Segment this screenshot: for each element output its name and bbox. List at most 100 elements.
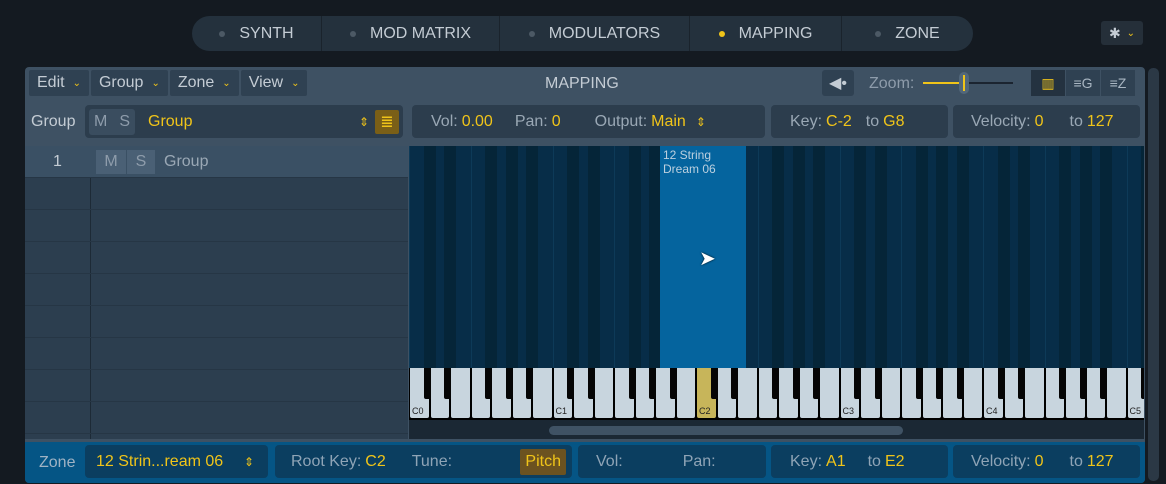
zone-params: Root Key: C2 Tune: Pitch — [275, 445, 572, 478]
white-key-e1[interactable] — [594, 368, 613, 418]
pan-value[interactable]: 0 — [552, 113, 561, 131]
tab-synth[interactable]: SYNTH — [192, 16, 322, 51]
menu-label: Edit — [37, 74, 65, 91]
group-selector: MS Group ⇕ ≣ — [85, 105, 403, 138]
pan-label: Pan: — [514, 112, 548, 130]
zone-view-button[interactable]: ≡ Z — [1101, 70, 1135, 96]
grid-black-key-column — [1059, 146, 1071, 368]
white-key-b2[interactable] — [820, 368, 839, 418]
grid-black-key-column — [854, 146, 866, 368]
vol-value[interactable]: 0.00 — [462, 113, 493, 131]
chevron-down-icon: ⌄ — [151, 77, 160, 89]
zone-name-dropdown[interactable]: 12 Strin...ream 06 — [96, 453, 244, 471]
key-label: C4 — [986, 406, 998, 416]
zone-bar: Zone 12 Strin...ream 06 ⇕ Root Key: C2 Tun… — [25, 442, 1145, 483]
key-label: C2 — [699, 406, 711, 416]
menu-zone[interactable]: Zone ⌄ — [169, 70, 239, 96]
empty-row — [25, 274, 408, 306]
grid-black-key-column — [772, 146, 784, 368]
white-key-b0[interactable] — [533, 368, 552, 418]
key-to-value[interactable]: E2 — [885, 453, 905, 471]
empty-row — [25, 338, 408, 370]
velocity-to-value[interactable]: 127 — [1087, 113, 1114, 131]
tab-modulators[interactable]: MODULATORS — [500, 16, 690, 51]
tab-mod-matrix[interactable]: MOD MATRIX — [322, 16, 500, 51]
white-key-b3[interactable] — [963, 368, 982, 418]
menu-view[interactable]: View ⌄ — [240, 70, 308, 96]
status-dot — [219, 30, 226, 37]
updown-icon[interactable]: ⇕ — [359, 115, 369, 129]
vertical-scrollbar[interactable] — [1148, 68, 1159, 481]
horizontal-scrollbar[interactable] — [409, 420, 1144, 439]
mute-button[interactable]: M — [94, 113, 107, 131]
white-key-e3[interactable] — [881, 368, 900, 418]
zone-selector[interactable]: 12 Strin...ream 06 ⇕ — [85, 445, 268, 478]
white-key-e0[interactable] — [451, 368, 470, 418]
group-row[interactable]: 1 M S Group — [25, 146, 408, 178]
tab-mapping[interactable]: MAPPING — [690, 16, 842, 51]
menu-edit[interactable]: Edit ⌄ — [29, 70, 89, 96]
group-mute-button[interactable]: M — [96, 150, 126, 174]
zoom-slider[interactable] — [923, 72, 1013, 94]
grid-black-key-column — [505, 146, 518, 368]
key-label: Key: — [790, 112, 823, 130]
grid-line — [552, 146, 554, 368]
zoom-label: Zoom: — [869, 75, 915, 92]
grid-black-key-column — [423, 146, 436, 368]
zone-name-line1: 12 String — [663, 148, 712, 162]
key-from-value[interactable]: A1 — [826, 453, 846, 471]
velocity-to-value[interactable]: 127 — [1087, 453, 1114, 471]
group-name-dropdown[interactable]: Group — [148, 113, 359, 131]
group-label: Group — [31, 113, 76, 130]
key-label: Key: — [790, 452, 823, 470]
zone-vol-pan: Vol: Pan: — [578, 445, 766, 478]
pitch-button[interactable]: Pitch — [520, 448, 566, 475]
key-from-value[interactable]: C-2 — [826, 113, 852, 131]
gear-icon: ✱ — [1108, 24, 1121, 41]
black-key-csharp5[interactable] — [1141, 368, 1144, 399]
piano-keyboard[interactable]: C0 C1 C2 C3 C4 C5 — [409, 368, 1144, 420]
tab-zone[interactable]: ZONE — [842, 16, 973, 51]
status-dot — [875, 30, 882, 37]
vol-label: Vol: — [431, 112, 458, 130]
velocity-from-value[interactable]: 0 — [1035, 113, 1044, 131]
piano-view-button[interactable]: ▥ — [1031, 70, 1065, 96]
zone-key-range: Key: A1 to E2 — [771, 445, 948, 478]
mapping-grid[interactable]: 12 String Dream 06 ➤ — [409, 146, 1144, 368]
group-index: 1 — [53, 153, 62, 170]
white-key-b4[interactable] — [1107, 368, 1126, 418]
list-icon[interactable]: ≣ — [375, 109, 399, 134]
group-view-button[interactable]: ≡ G — [1066, 70, 1100, 96]
output-label: Output: — [594, 112, 648, 130]
tab-bar: SYNTH MOD MATRIX MODULATORS MAPPING ZONE — [192, 16, 973, 51]
speaker-icon[interactable]: ◀︎• — [822, 70, 854, 96]
scrollbar-thumb[interactable] — [549, 426, 903, 435]
zoom-slider-handle[interactable] — [959, 72, 970, 94]
white-key-e2[interactable] — [738, 368, 757, 418]
white-key-b1[interactable] — [676, 368, 695, 418]
key-to-value[interactable]: G8 — [883, 113, 904, 131]
menu-group[interactable]: Group ⌄ — [90, 70, 168, 96]
grid-black-key-column — [915, 146, 928, 368]
group-view-label: G — [1081, 75, 1093, 91]
root-key-value[interactable]: C2 — [365, 453, 385, 471]
grid-black-key-column — [1100, 146, 1112, 368]
key-label: C0 — [412, 406, 424, 416]
grid-line — [901, 146, 902, 368]
tab-label: SYNTH — [239, 24, 294, 42]
group-solo-button[interactable]: S — [127, 150, 155, 174]
grid-black-key-column — [874, 146, 887, 368]
zone-velocity-range: Velocity: 0 to 127 — [953, 445, 1140, 478]
grid-black-key-column — [587, 146, 600, 368]
white-key-e4[interactable] — [1025, 368, 1044, 418]
solo-button[interactable]: S — [119, 113, 130, 131]
settings-button[interactable]: ✱ ⌄ — [1101, 21, 1143, 45]
output-dropdown[interactable]: Main — [651, 113, 686, 131]
menu-label: Zone — [177, 74, 215, 91]
grid-black-key-column — [1079, 146, 1092, 368]
grid-line — [409, 146, 410, 368]
empty-row — [25, 210, 408, 242]
empty-row — [25, 242, 408, 274]
velocity-from-value[interactable]: 0 — [1035, 453, 1044, 471]
group-list: 1 M S Group — [25, 146, 408, 439]
